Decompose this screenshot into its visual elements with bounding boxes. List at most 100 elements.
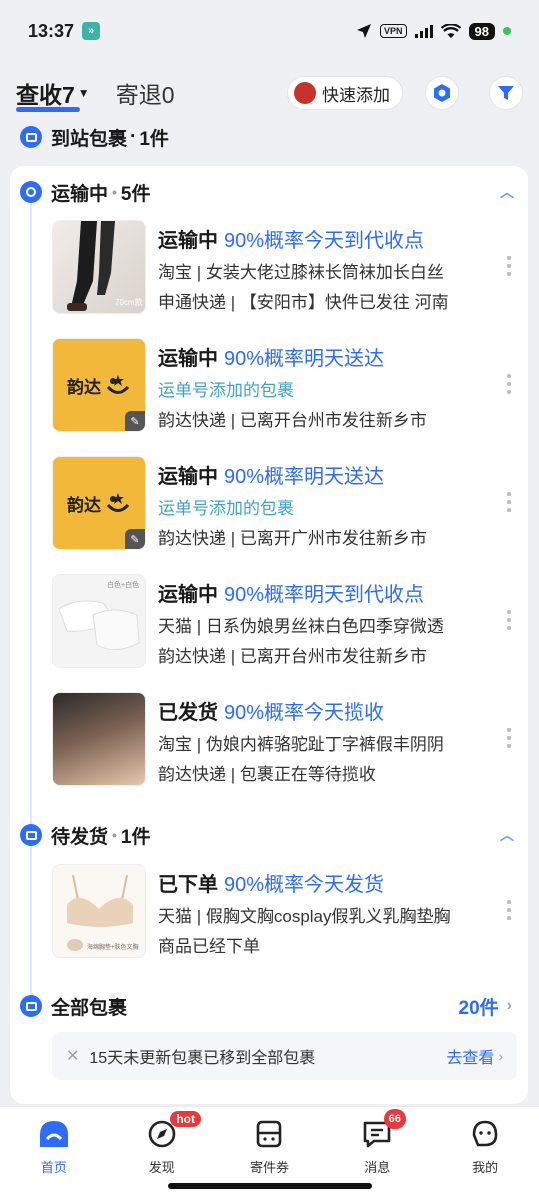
edit-icon[interactable]: ✎ bbox=[125, 411, 145, 431]
close-icon[interactable]: ✕ bbox=[66, 1046, 79, 1066]
settings-button[interactable] bbox=[425, 76, 459, 110]
hot-badge: hot bbox=[170, 1111, 201, 1127]
home-icon bbox=[37, 1117, 71, 1151]
package-probability: 90%概率今天揽收 bbox=[224, 702, 385, 724]
package-description: 运单号添加的包裹 bbox=[158, 499, 294, 518]
nav-label: 首页 bbox=[40, 1160, 67, 1175]
package-status: 运输中 bbox=[158, 348, 218, 370]
chevron-up-icon[interactable]: ︿ bbox=[500, 825, 520, 845]
truck-icon bbox=[20, 181, 42, 203]
archive-icon bbox=[20, 995, 42, 1017]
in-transit-separator: • bbox=[112, 184, 117, 200]
package-description: 淘宝 | 女装大佬过膝袜长筒袜加长白丝 bbox=[158, 263, 444, 282]
quick-add-button[interactable]: 快速添加 bbox=[287, 76, 403, 110]
product-image: 海绵胸垫+肤色文胸 bbox=[52, 864, 146, 958]
chevron-right-icon: › bbox=[498, 1048, 503, 1064]
socks-image: 白色+白色 bbox=[58, 580, 140, 650]
in-transit-title: 运输中 bbox=[51, 183, 109, 205]
package-item[interactable]: 韵达 ✎ 运输中 90%概率明天送达 运单号添加的包裹 韵达快递 | 已离开广州市… bbox=[52, 456, 517, 552]
package-status-line: 运输中 90%概率明天送达 bbox=[158, 342, 384, 371]
pending-box-icon bbox=[20, 824, 42, 846]
yunda-logo: 韵达 ✎ bbox=[52, 338, 146, 432]
tab-receive[interactable]: 查收7 ▼ bbox=[16, 76, 90, 112]
package-probability: 90%概率明天送达 bbox=[224, 466, 385, 488]
more-vertical-icon[interactable] bbox=[507, 374, 513, 394]
package-tracking: 韵达快递 | 已离开台州市发往新乡市 bbox=[158, 647, 427, 666]
nav-label: 寄件券 bbox=[249, 1160, 289, 1175]
nav-label: 发现 bbox=[148, 1160, 175, 1175]
more-vertical-icon[interactable] bbox=[507, 256, 513, 276]
more-vertical-icon[interactable] bbox=[507, 610, 513, 630]
in-transit-header[interactable]: 运输中 • 5件 ︿ bbox=[20, 177, 520, 207]
yunda-brand-text: 韵达 bbox=[67, 495, 101, 515]
all-packages-title: 全部包裹 bbox=[51, 997, 128, 1019]
package-status: 运输中 bbox=[158, 230, 218, 252]
notice-banner: ✕ 15天未更新包裹已移到全部包裹 去查看 › bbox=[52, 1032, 517, 1080]
vpn-badge: VPN bbox=[380, 24, 407, 38]
tab-return[interactable]: 寄退0 bbox=[116, 76, 175, 110]
package-tracking: 申通快递 | 【安阳市】快件已发往 河南 bbox=[158, 293, 449, 312]
package-status: 运输中 bbox=[158, 466, 218, 488]
timeline-line bbox=[30, 200, 32, 1000]
pending-count: 1件 bbox=[120, 826, 151, 848]
package-item[interactable]: 白色+白色 运输中 90%概率明天到代收点 天猫 | 日系伪娘男丝袜白色四季穿微透… bbox=[52, 574, 517, 670]
quick-add-label: 快速添加 bbox=[322, 85, 390, 105]
product-image bbox=[52, 692, 146, 786]
more-vertical-icon[interactable] bbox=[507, 492, 513, 512]
package-tracking: 韵达快递 | 已离开广州市发往新乡市 bbox=[158, 529, 427, 548]
profile-icon bbox=[468, 1117, 502, 1151]
bra-image: 海绵胸垫+肤色文胸 bbox=[67, 874, 139, 951]
yunda-brand-text: 韵达 bbox=[67, 377, 101, 397]
privacy-dot-icon bbox=[503, 27, 511, 35]
app-badge-icon: » bbox=[82, 22, 101, 40]
package-probability: 90%概率明天送达 bbox=[224, 348, 385, 370]
all-packages-row[interactable]: 全部包裹 20件 › bbox=[20, 990, 520, 1022]
package-description: 淘宝 | 伪娘内裤骆驼趾丁字裤假丰阴阴 bbox=[158, 735, 444, 754]
tab-underline bbox=[16, 107, 80, 112]
message-count-badge: 66 bbox=[383, 1109, 406, 1129]
package-probability: 90%概率今天到代收点 bbox=[224, 230, 425, 252]
product-image-caption: 70cm款 硅胶防滑 bbox=[115, 297, 146, 307]
arrived-section[interactable]: 到站包裹 · 1件 bbox=[20, 122, 169, 152]
nav-profile[interactable]: 我的 bbox=[431, 1107, 539, 1200]
package-item[interactable]: 韵达 ✎ 运输中 90%概率明天送达 运单号添加的包裹 韵达快递 | 已离开台州市… bbox=[52, 338, 517, 434]
notice-action-link[interactable]: 去查看 bbox=[446, 1044, 494, 1068]
quick-add-logo bbox=[294, 82, 316, 104]
package-status: 已下单 bbox=[158, 874, 218, 896]
stockings-image: 70cm款 硅胶防滑 bbox=[67, 221, 146, 311]
filter-icon bbox=[498, 86, 514, 100]
filter-button[interactable] bbox=[489, 76, 523, 110]
yunda-logo: 韵达 ✎ bbox=[52, 456, 146, 550]
arrived-separator: · bbox=[130, 126, 137, 147]
more-vertical-icon[interactable] bbox=[507, 900, 513, 920]
edit-icon[interactable]: ✎ bbox=[125, 529, 145, 549]
notice-text: 15天未更新包裹已移到全部包裹 bbox=[89, 1050, 316, 1067]
battery-indicator: 98 bbox=[468, 22, 495, 40]
in-transit-count: 5件 bbox=[120, 183, 151, 205]
coupon-icon bbox=[252, 1117, 286, 1151]
chevron-up-icon[interactable]: ︿ bbox=[500, 182, 520, 202]
package-description: 天猫 | 日系伪娘男丝袜白色四季穿微透 bbox=[158, 617, 444, 636]
product-image-caption: 海绵胸垫+肤色文胸 bbox=[87, 943, 139, 951]
package-tracking: 韵达快递 | 包裹正在等待揽收 bbox=[158, 765, 376, 784]
package-status: 运输中 bbox=[158, 584, 218, 606]
tab-receive-label: 查收7 bbox=[16, 82, 75, 108]
chevron-right-icon: › bbox=[506, 997, 512, 1014]
pending-header[interactable]: 待发货 • 1件 ︿ bbox=[20, 820, 520, 850]
package-probability: 90%概率今天发货 bbox=[224, 874, 385, 896]
nav-home[interactable]: 首页 bbox=[0, 1107, 108, 1200]
package-item[interactable]: 已发货 90%概率今天揽收 淘宝 | 伪娘内裤骆驼趾丁字裤假丰阴阴 韵达快递 | … bbox=[52, 692, 517, 788]
package-item[interactable]: 海绵胸垫+肤色文胸 已下单 90%概率今天发货 天猫 | 假胸文胸cosplay假… bbox=[52, 864, 517, 960]
package-status-line: 运输中 90%概率明天送达 bbox=[158, 460, 384, 489]
package-status-line: 已下单 90%概率今天发货 bbox=[158, 868, 384, 897]
pending-title: 待发货 bbox=[51, 826, 109, 848]
signal-icon bbox=[414, 24, 433, 38]
package-tracking: 韵达快递 | 已离开台州市发往新乡市 bbox=[158, 411, 427, 430]
status-time: 13:37 bbox=[28, 20, 75, 41]
header: 查收7 ▼ 寄退0 快速添加 bbox=[0, 66, 539, 120]
caret-down-icon: ▼ bbox=[77, 86, 90, 100]
package-item[interactable]: 70cm款 硅胶防滑 运输中 90%概率今天到代收点 淘宝 | 女装大佬过膝袜长筒… bbox=[52, 220, 517, 316]
more-vertical-icon[interactable] bbox=[507, 728, 513, 748]
location-arrow-icon bbox=[357, 24, 372, 38]
arrived-count: 1件 bbox=[139, 128, 169, 150]
